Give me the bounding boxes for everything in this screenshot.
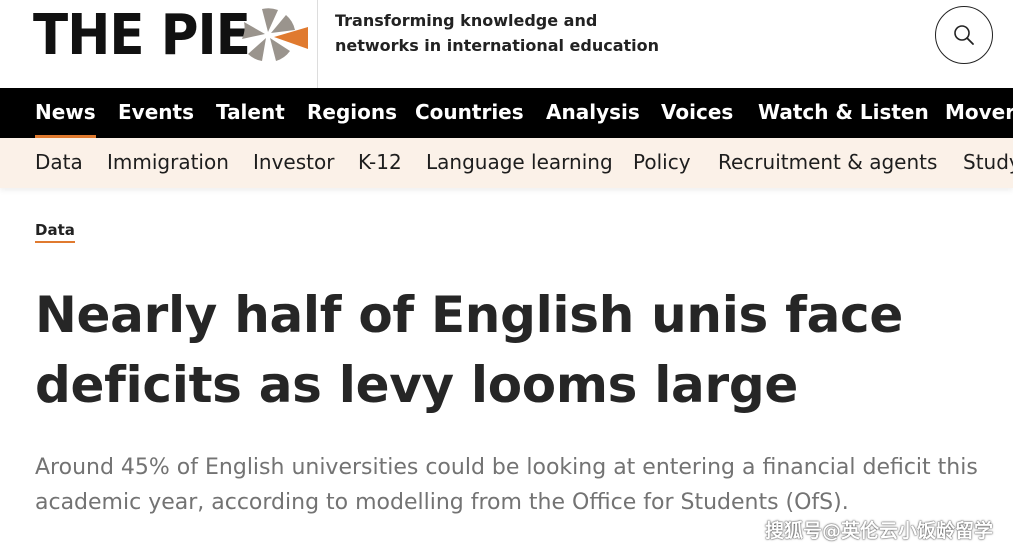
topic-item-language-learning[interactable]: Language learning	[426, 138, 613, 188]
nav-item-movers[interactable]: Movers	[945, 88, 1013, 138]
article-headline: Nearly half of English unis face deficit…	[35, 286, 903, 414]
nav-item-watch-listen[interactable]: Watch & Listen	[758, 88, 929, 138]
topic-item-recruitment-agents[interactable]: Recruitment & agents	[718, 138, 937, 188]
primary-nav: News Events Talent Regions Countries Ana…	[0, 88, 1013, 138]
secondary-nav: Data Immigration Investor K-12 Language …	[0, 138, 1013, 188]
article-standfirst: Around 45% of English universities could…	[35, 455, 978, 515]
topic-item-k12[interactable]: K-12	[358, 138, 402, 188]
watermark-text: 搜狐号@英伦云小饭龄留学	[764, 520, 993, 542]
nav-item-regions[interactable]: Regions	[307, 88, 397, 138]
nav-item-talent[interactable]: Talent	[216, 88, 285, 138]
nav-item-analysis[interactable]: Analysis	[546, 88, 640, 138]
topic-item-immigration[interactable]: Immigration	[107, 138, 229, 188]
topic-item-policy[interactable]: Policy	[633, 138, 691, 188]
nav-item-news[interactable]: News	[35, 88, 96, 138]
search-button[interactable]	[935, 6, 993, 64]
header-divider	[317, 0, 318, 88]
site-header: THE PIE Transforming knowledge and netwo…	[0, 0, 1013, 88]
article-category-link[interactable]: Data	[35, 221, 75, 243]
topic-item-study[interactable]: Study	[963, 138, 1013, 188]
pie-logo-icon[interactable]	[240, 7, 312, 63]
site-tagline: Transforming knowledge and networks in i…	[335, 11, 660, 55]
nav-item-events[interactable]: Events	[118, 88, 194, 138]
search-icon	[954, 25, 974, 45]
logo-wordmark[interactable]: THE PIE	[33, 2, 251, 70]
nav-item-voices[interactable]: Voices	[661, 88, 733, 138]
nav-item-countries[interactable]: Countries	[415, 88, 524, 138]
topic-item-data[interactable]: Data	[35, 138, 83, 188]
topic-item-investor[interactable]: Investor	[253, 138, 334, 188]
